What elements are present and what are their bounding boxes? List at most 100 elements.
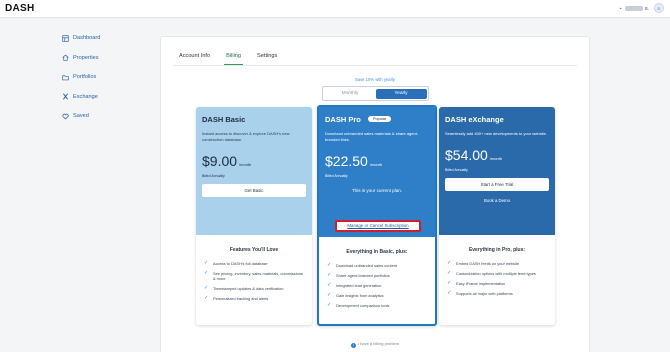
current-plan-text: This is your current plan.	[351, 188, 403, 193]
feature-item: ✓ Easy iFrame implementation	[447, 281, 547, 287]
sidebar-item-exchange[interactable]: Exchange	[62, 92, 142, 102]
check-icon: ✓	[447, 260, 452, 266]
price-value: $22.50	[325, 153, 368, 169]
popular-badge: Popular	[368, 116, 392, 122]
feature-text: Development comparison tools	[336, 303, 390, 308]
billing-problem-link[interactable]: iI have a billing problem	[161, 341, 589, 348]
sidebar-item-label: Exchange	[73, 93, 98, 100]
plan-card-exchange: DASH eXchange Seamlessly add 400+ new de…	[439, 107, 555, 325]
get-basic-button[interactable]: Get Basic	[202, 184, 306, 197]
billed-note: Billed Annually	[445, 168, 468, 172]
feature-text: Timestamped updates & data verification	[213, 286, 284, 292]
settings-card: Account Info Billing Settings Save 10% w…	[160, 36, 590, 352]
price-value: $54.00	[445, 147, 488, 163]
sidebar-item-saved[interactable]: Saved	[62, 111, 142, 121]
feature-text: Easy iFrame implementation	[456, 281, 506, 286]
plan-price: $22.50/month	[325, 153, 429, 169]
tab-settings[interactable]: Settings	[255, 53, 279, 65]
billed-note: Billed Annually	[202, 174, 225, 178]
exchange-icon	[63, 93, 68, 100]
tab-billing[interactable]: Billing	[224, 53, 244, 65]
feature-text: Supports all major web platforms	[456, 291, 513, 296]
home-icon	[62, 54, 69, 61]
feature-item: ✓ Integrated lead generation	[327, 282, 427, 289]
tabs-divider	[173, 65, 577, 66]
check-icon: ✓	[327, 282, 332, 288]
feature-text: Personalized tracking and alerts	[213, 296, 269, 302]
check-icon: ✓	[327, 302, 332, 308]
feature-item: ✓ Access to DASH's full database	[204, 260, 304, 267]
plan-price: $54.00/month	[445, 147, 549, 163]
feature-text: Integrated lead generation	[336, 283, 382, 288]
billed-note: Billed Annually	[325, 174, 348, 178]
tab-account-info[interactable]: Account Info	[177, 53, 212, 65]
plan-features: Everything in Pro, plus: ✓ Embed DASH fee…	[439, 235, 555, 313]
feature-item: ✓ Gain insights from analytics	[327, 292, 427, 299]
feature-text: Share agent-branded portfolios	[336, 273, 390, 278]
yearly-option[interactable]: Yearly	[375, 88, 427, 99]
feature-item: ✓ Development comparison tools	[327, 302, 427, 309]
check-icon: ✓	[447, 290, 452, 296]
check-icon: ✓	[204, 295, 209, 302]
settings-tabs: Account Info Billing Settings	[177, 53, 279, 65]
check-icon: ✓	[204, 285, 209, 292]
feature-text: Download unbranded sales content	[336, 263, 397, 268]
plan-description: Instant access to discover & explore DAS…	[202, 131, 290, 142]
plan-features: Features You'll Love ✓ Access to DASH's f…	[196, 235, 312, 318]
feature-item: ✓ Download unbranded sales content	[327, 262, 427, 269]
manage-subscription-link[interactable]: Manage or Cancel Subscription	[335, 220, 421, 232]
book-demo-link[interactable]: Book a Demo	[445, 198, 549, 203]
feature-text: Customization options with multiple feed…	[456, 271, 536, 276]
yearly-promo-text: Save 10% with yearly	[354, 77, 396, 82]
plan-card-basic: DASH Basic Instant access to discover & …	[196, 107, 312, 325]
plan-header: DASH Pro Popular Download unbranded sale…	[319, 107, 435, 237]
check-icon: ✓	[327, 272, 332, 278]
sidebar-item-properties[interactable]: Properties	[62, 53, 142, 63]
billing-period-toggle[interactable]: Monthly Yearly	[322, 86, 429, 101]
user-menu[interactable]: ⌄ S. D	[619, 3, 664, 13]
dash-logo[interactable]: DASH	[5, 3, 35, 14]
heart-icon	[62, 113, 69, 119]
price-period: /month	[489, 156, 503, 161]
feature-item: ✓ See pricing, inventory, sales materials…	[204, 271, 304, 282]
feature-text: Embed DASH feeds on your website	[456, 261, 520, 266]
user-initial: S.	[644, 5, 649, 11]
sidebar-item-label: Dashboard	[73, 35, 101, 41]
plan-name: DASH eXchange	[445, 115, 504, 124]
features-title: Features You'll Love	[229, 247, 279, 253]
price-period: /month	[239, 162, 252, 167]
sidebar-item-label: Properties	[73, 54, 99, 61]
features-title: Everything in Basic, plus:	[346, 249, 408, 255]
feature-item: ✓ Supports all major web platforms	[447, 290, 547, 297]
sidebar-nav: Dashboard Properties Portfolios Exchange…	[62, 33, 142, 131]
check-icon: ✓	[204, 260, 209, 266]
plan-name: DASH Basic	[202, 115, 246, 124]
plan-features: Everything in Basic, plus: ✓ Download unb…	[319, 237, 435, 324]
price-period: /month	[369, 162, 383, 167]
plan-header: DASH Basic Instant access to discover & …	[196, 107, 312, 235]
top-bar: DASH ⌄ S. D	[0, 0, 670, 18]
user-name-redacted	[624, 5, 643, 11]
check-icon: ✓	[204, 270, 209, 276]
monthly-option[interactable]: Monthly	[325, 89, 376, 99]
plan-price: $9.00/month	[202, 153, 306, 169]
folder-icon	[62, 74, 69, 80]
feature-text: See pricing, inventory, sales materials,…	[213, 271, 303, 282]
avatar[interactable]: D	[654, 3, 664, 13]
features-title: Everything in Pro, plus:	[468, 247, 526, 253]
feature-text: Access to DASH's full database	[213, 261, 268, 266]
sidebar-item-portfolios[interactable]: Portfolios	[62, 72, 142, 82]
plan-description: Download unbranded sales materials & sha…	[325, 131, 419, 142]
start-free-trial-button[interactable]: Start a Free Trial	[445, 178, 549, 191]
check-icon: ✓	[327, 262, 332, 268]
chevron-down-icon[interactable]: ⌄	[619, 5, 623, 11]
plan-card-pro: DASH Pro Popular Download unbranded sale…	[317, 105, 437, 326]
info-icon: i	[350, 343, 356, 348]
feature-text: Gain insights from analytics	[336, 293, 384, 298]
sidebar-item-dashboard[interactable]: Dashboard	[62, 33, 142, 43]
feature-item: ✓ Personalized tracking and alerts	[204, 295, 304, 302]
check-icon: ✓	[327, 292, 332, 298]
dashboard-icon	[62, 34, 69, 42]
plan-description: Seamlessly add 400+ new developments to …	[445, 131, 547, 136]
plan-header: DASH eXchange Seamlessly add 400+ new de…	[439, 107, 555, 235]
